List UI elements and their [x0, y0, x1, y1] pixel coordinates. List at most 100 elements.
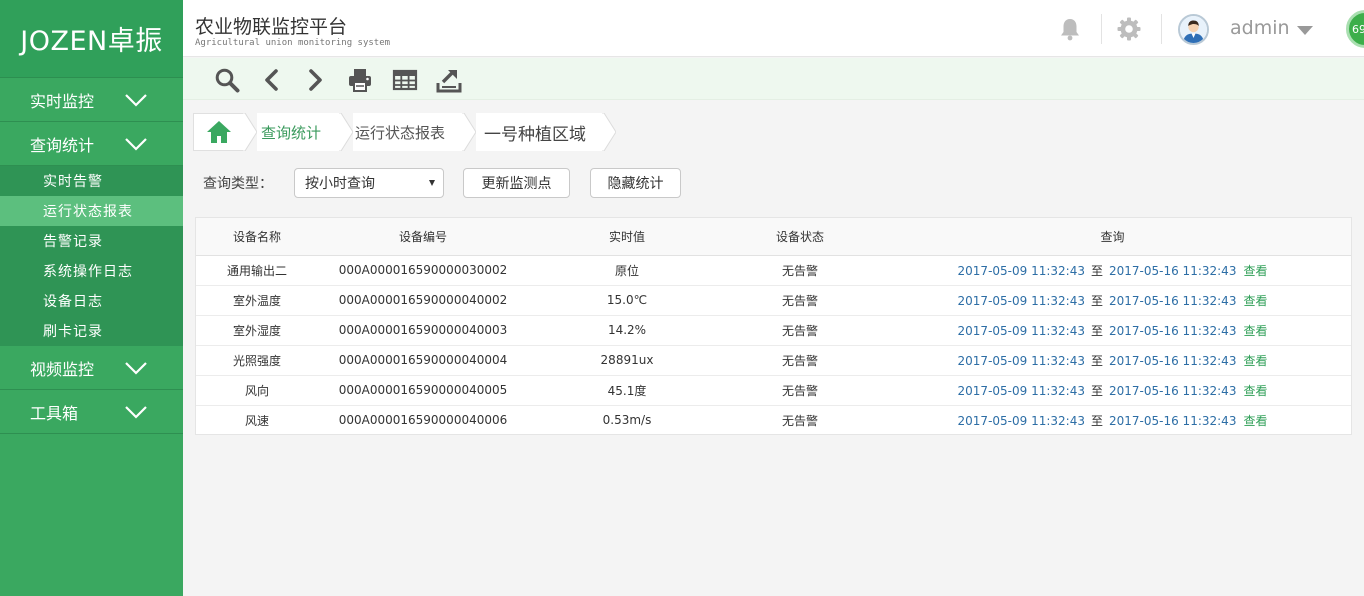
breadcrumb: 查询统计 运行状态报表 一号种植区域 [193, 113, 617, 151]
sidebar-item-card-records[interactable]: 刷卡记录 [0, 316, 183, 346]
realtime-value-cell: 0.53m/s [602, 413, 652, 428]
column-header: 设备状态 [726, 218, 874, 256]
query-start-link[interactable]: 2017-05-09 11:32:43 [958, 264, 1085, 278]
query-end-link[interactable]: 2017-05-16 11:32:43 [1109, 384, 1236, 398]
user-avatar-icon [1180, 16, 1207, 43]
home-icon [206, 121, 231, 143]
sidebar-item-realtime-alarm[interactable]: 实时告警 [0, 166, 183, 196]
caret-down-icon[interactable] [1297, 26, 1313, 35]
sidebar-group-label: 工具箱 [30, 403, 79, 423]
chevron-down-icon [125, 361, 147, 375]
query-cell: 2017-05-09 11:32:43 至 2017-05-16 11:32:43 查… [874, 405, 1351, 435]
sidebar-item-alarm-records[interactable]: 告警记录 [0, 226, 183, 256]
sidebar-group-video-monitor[interactable]: 视频监控 [0, 346, 183, 390]
filter-bar: 查询类型： 按小时查询 更新监测点 隐藏统计 [203, 168, 681, 198]
range-separator: 至 [1090, 293, 1103, 308]
sidebar-item-run-status-report[interactable]: 运行状态报表 [0, 196, 183, 226]
table-row: 风速 000A000016590000040006 0.53m/s 无告警 2017-0… [196, 405, 1351, 435]
app-title: 农业物联监控平台 [195, 16, 348, 38]
forward-icon[interactable] [302, 67, 328, 93]
range-separator: 至 [1090, 413, 1103, 428]
range-separator: 至 [1090, 263, 1103, 278]
query-end-link[interactable]: 2017-05-16 11:32:43 [1109, 354, 1236, 368]
column-header: 设备名称 [196, 218, 318, 256]
breadcrumb-item-zone: 一号种植区域 [476, 113, 603, 151]
search-icon[interactable] [214, 67, 240, 93]
avatar[interactable] [1178, 14, 1209, 45]
query-start-link[interactable]: 2017-05-09 11:32:43 [958, 324, 1085, 338]
sidebar-group-toolbox[interactable]: 工具箱 [0, 390, 183, 434]
query-cell: 2017-05-09 11:32:43 至 2017-05-16 11:32:43 查… [874, 255, 1351, 286]
sidebar-group-realtime-monitor[interactable]: 实时监控 [0, 78, 183, 122]
breadcrumb-arrow-icon [462, 113, 477, 151]
breadcrumb-home[interactable] [193, 113, 243, 151]
breadcrumb-arrow-icon [339, 113, 354, 151]
device-code-cell: 000A000016590000040006 [338, 413, 508, 428]
query-end-link[interactable]: 2017-05-16 11:32:43 [1109, 264, 1236, 278]
chevron-down-icon [125, 93, 147, 107]
breadcrumb-item-run-status-report[interactable]: 运行状态报表 [353, 113, 463, 151]
status-badge: 69 [1346, 10, 1364, 48]
view-link[interactable]: 查看 [1243, 414, 1267, 428]
status-report-table: 设备名称 设备编号 实时值 设备状态 查询 通用输出二 000A000016590… [195, 217, 1352, 435]
toolbar [183, 58, 1364, 100]
query-end-link[interactable]: 2017-05-16 11:32:43 [1109, 324, 1236, 338]
chevron-down-icon [125, 137, 147, 151]
sidebar-item-system-log[interactable]: 系统操作日志 [0, 256, 183, 286]
device-name-cell: 风速 [244, 413, 269, 428]
sidebar-item-device-log[interactable]: 设备日志 [0, 286, 183, 316]
app-subtitle: Agricultural union monitoring system [195, 38, 391, 48]
device-code-cell: 000A000016590000040005 [318, 375, 528, 406]
device-code-cell: 000A000016590000030002 [318, 255, 528, 286]
query-start-link[interactable]: 2017-05-09 11:32:43 [958, 384, 1085, 398]
device-code-cell: 000A000016590000040002 [318, 285, 528, 316]
column-header: 查询 [874, 218, 1351, 256]
sidebar: JOZEN卓振 实时监控 查询统计 实时告警 运行状态报表 告警记录 系统操作日… [0, 0, 183, 596]
sidebar-group-label: 视频监控 [30, 359, 95, 379]
query-type-label: 查询类型： [203, 176, 273, 192]
view-link[interactable]: 查看 [1243, 294, 1267, 308]
chevron-down-icon [125, 405, 147, 419]
realtime-value-cell: 15.0℃ [528, 285, 726, 316]
export-icon[interactable] [436, 67, 462, 93]
range-separator: 至 [1090, 353, 1103, 368]
device-status-cell: 无告警 [726, 375, 874, 406]
view-link[interactable]: 查看 [1243, 264, 1267, 278]
back-icon[interactable] [259, 67, 285, 93]
query-cell: 2017-05-09 11:32:43 至 2017-05-16 11:32:43 查… [874, 345, 1351, 376]
device-name-cell: 室外湿度 [196, 315, 318, 346]
column-header: 设备编号 [318, 218, 528, 256]
device-name-cell: 风向 [196, 375, 318, 406]
view-link[interactable]: 查看 [1243, 384, 1267, 398]
caret-down-icon [429, 180, 435, 186]
bell-icon[interactable] [1057, 16, 1083, 42]
query-end-link[interactable]: 2017-05-16 11:32:43 [1109, 414, 1236, 428]
sidebar-group-query-stats[interactable]: 查询统计 [0, 122, 183, 166]
refresh-points-button[interactable]: 更新监测点 [463, 168, 570, 198]
brand-logo: JOZEN卓振 [0, 0, 183, 78]
user-name[interactable]: admin [1230, 17, 1290, 39]
print-icon[interactable] [347, 67, 373, 93]
query-type-select[interactable]: 按小时查询 [294, 168, 444, 198]
breadcrumb-item-query-stats[interactable]: 查询统计 [257, 113, 340, 151]
hide-stats-button[interactable]: 隐藏统计 [590, 168, 681, 198]
device-status-cell: 无告警 [726, 255, 874, 286]
query-start-link[interactable]: 2017-05-09 11:32:43 [958, 354, 1085, 368]
table-icon[interactable] [392, 67, 418, 93]
table-row: 光照强度 000A000016590000040004 28891ux 无告警 2017… [196, 345, 1351, 376]
range-separator: 至 [1090, 383, 1103, 398]
device-code-cell: 000A000016590000040004 [318, 345, 528, 376]
query-cell: 2017-05-09 11:32:43 至 2017-05-16 11:32:43 查… [874, 315, 1351, 346]
view-link[interactable]: 查看 [1243, 324, 1267, 338]
device-name-cell: 室外温度 [196, 285, 318, 316]
query-end-link[interactable]: 2017-05-16 11:32:43 [1109, 294, 1236, 308]
table-row: 室外温度 000A000016590000040002 15.0℃ 无告警 2017-0… [196, 285, 1351, 316]
table-row: 室外湿度 000A000016590000040003 14.2% 无告警 2017-0… [196, 315, 1351, 346]
view-link[interactable]: 查看 [1243, 354, 1267, 368]
query-start-link[interactable]: 2017-05-09 11:32:43 [958, 294, 1085, 308]
realtime-value-cell: 14.2% [528, 315, 726, 346]
range-separator: 至 [1090, 323, 1103, 338]
gear-icon[interactable] [1116, 16, 1142, 42]
device-name-cell: 通用输出二 [196, 255, 318, 286]
query-start-link[interactable]: 2017-05-09 11:32:43 [958, 414, 1085, 428]
